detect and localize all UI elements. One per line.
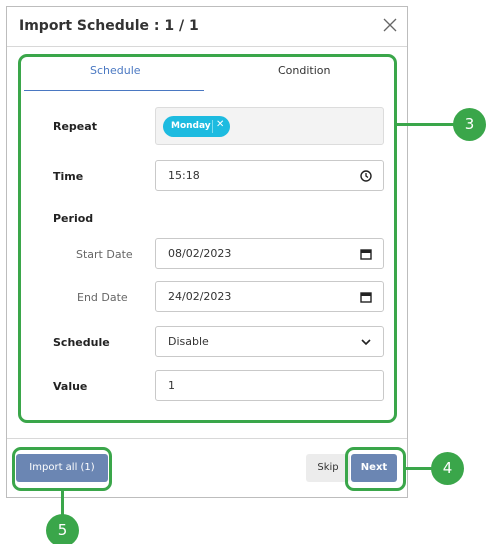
- start-date-input[interactable]: 08/02/2023: [155, 238, 384, 269]
- chip-label: Monday: [171, 121, 211, 131]
- tab-schedule[interactable]: Schedule: [90, 64, 141, 77]
- value-value: 1: [168, 379, 175, 392]
- import-all-button[interactable]: Import all (1): [16, 454, 108, 482]
- calendar-icon[interactable]: [359, 290, 373, 304]
- dialog-header: Import Schedule : 1 / 1: [7, 7, 407, 47]
- start-date-value: 08/02/2023: [168, 247, 232, 260]
- dialog-title: Import Schedule : 1 / 1: [19, 18, 199, 34]
- end-date-label: End Date: [77, 291, 128, 304]
- repeat-multiselect[interactable]: Monday ✕: [155, 107, 384, 145]
- callout-4: 4: [431, 452, 464, 485]
- schedule-label: Schedule: [53, 336, 110, 349]
- time-input[interactable]: 15:18: [155, 160, 384, 191]
- repeat-label: Repeat: [53, 120, 97, 133]
- skip-button[interactable]: Skip: [306, 454, 350, 482]
- end-date-value: 24/02/2023: [168, 290, 232, 303]
- chip-remove-icon[interactable]: ✕: [216, 119, 224, 130]
- schedule-value: Disable: [168, 335, 209, 348]
- callout-3: 3: [453, 108, 486, 141]
- schedule-select[interactable]: Disable: [155, 326, 384, 357]
- time-value: 15:18: [168, 169, 200, 182]
- close-icon[interactable]: [381, 16, 399, 34]
- next-button[interactable]: Next: [351, 454, 397, 482]
- chevron-down-icon[interactable]: [359, 335, 373, 349]
- calendar-icon[interactable]: [359, 247, 373, 261]
- repeat-chip: Monday ✕: [163, 116, 230, 137]
- footer-divider: [7, 438, 407, 439]
- value-input[interactable]: 1: [155, 370, 384, 401]
- callout-5: 5: [46, 514, 79, 544]
- value-label: Value: [53, 380, 88, 393]
- time-label: Time: [53, 170, 84, 183]
- callout-4-connector: [406, 467, 432, 470]
- active-tab-indicator: [24, 90, 204, 91]
- tab-condition[interactable]: Condition: [278, 64, 331, 77]
- end-date-input[interactable]: 24/02/2023: [155, 281, 384, 312]
- start-date-label: Start Date: [76, 248, 133, 261]
- clock-icon[interactable]: [359, 169, 373, 183]
- period-label: Period: [53, 212, 94, 225]
- callout-3-connector: [397, 123, 455, 126]
- chip-separator: [212, 120, 213, 133]
